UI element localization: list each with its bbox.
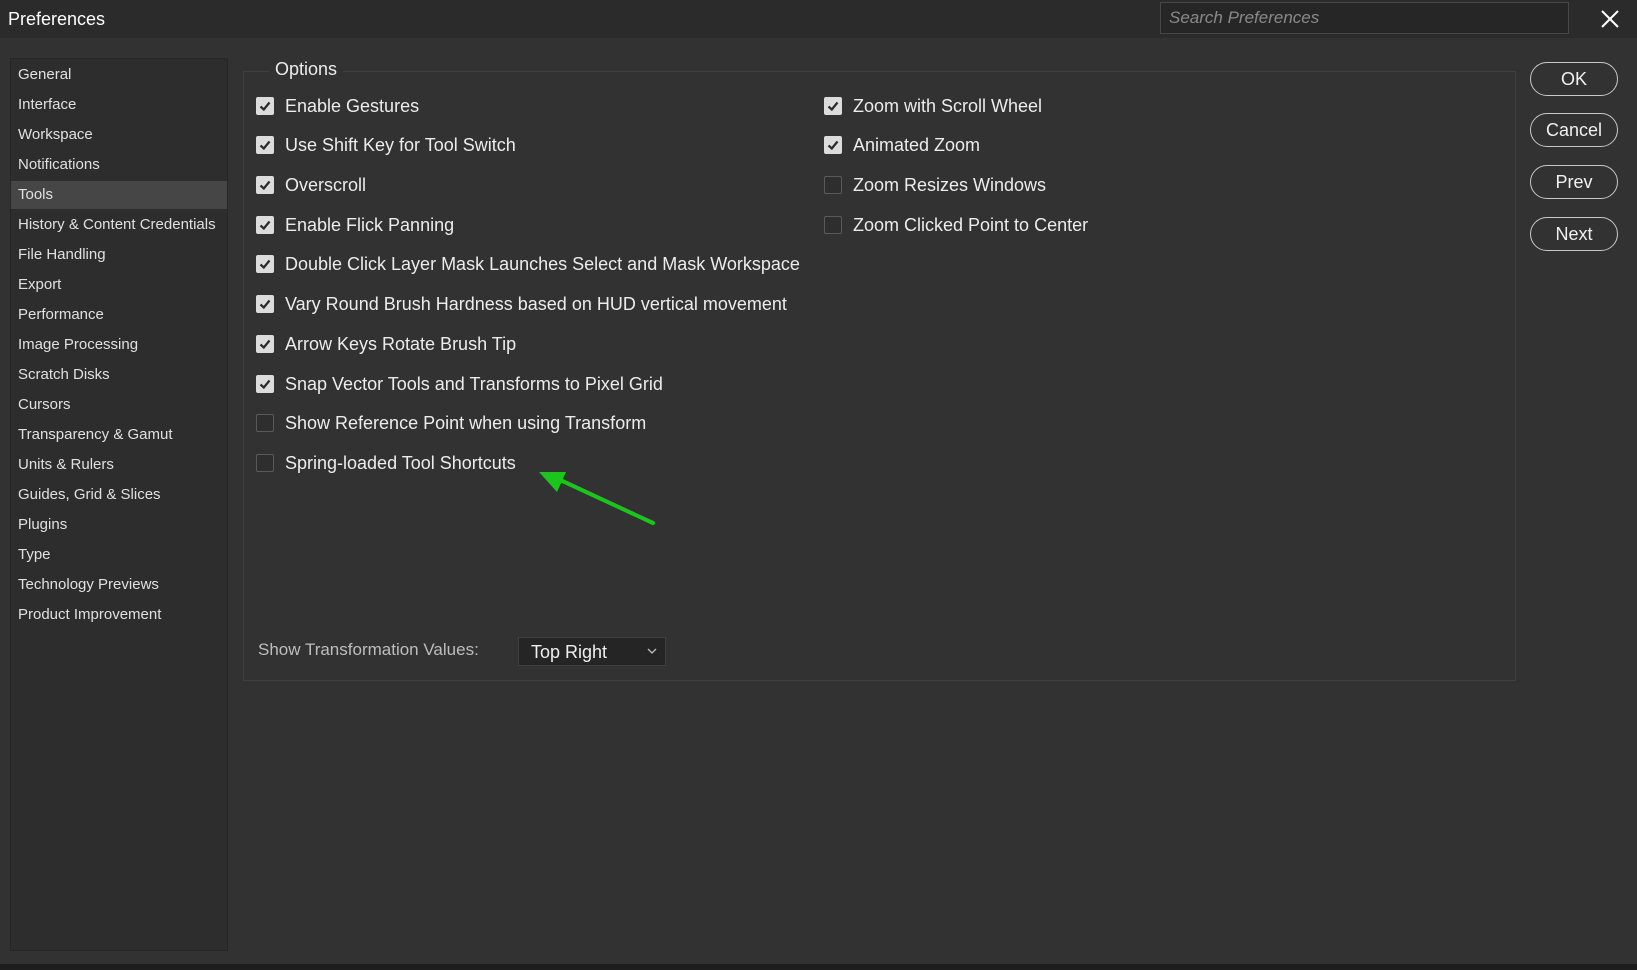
sidebar-item-notifications[interactable]: Notifications <box>11 151 227 179</box>
option-label: Show Reference Point when using Transfor… <box>285 412 647 433</box>
checkbox-unchecked[interactable] <box>824 216 842 234</box>
checkbox-checked[interactable] <box>824 97 842 115</box>
checkbox-checked[interactable] <box>256 97 274 115</box>
checkbox-checked[interactable] <box>256 295 274 313</box>
select-value: Top Right <box>531 642 608 662</box>
check-icon <box>259 140 271 151</box>
option-use-shift-key[interactable]: Use Shift Key for Tool Switch <box>256 132 516 158</box>
sidebar-item-export[interactable]: Export <box>11 271 227 299</box>
option-arrow-keys-rotate[interactable]: Arrow Keys Rotate Brush Tip <box>256 331 516 357</box>
title-bar: Preferences <box>0 0 1637 38</box>
option-label: Vary Round Brush Hardness based on HUD v… <box>285 293 787 314</box>
option-label: Arrow Keys Rotate Brush Tip <box>285 333 517 354</box>
close-button[interactable] <box>1595 4 1625 34</box>
option-label: Enable Flick Panning <box>285 214 455 235</box>
option-label: Animated Zoom <box>853 134 981 155</box>
chevron-down-icon <box>647 648 657 654</box>
next-button[interactable]: Next <box>1530 217 1618 251</box>
check-icon <box>827 140 839 151</box>
check-icon <box>259 299 271 310</box>
option-zoom-scroll-wheel[interactable]: Zoom with Scroll Wheel <box>824 93 1042 119</box>
option-animated-zoom[interactable]: Animated Zoom <box>824 132 980 158</box>
checkbox-checked[interactable] <box>256 255 274 273</box>
checkbox-unchecked[interactable] <box>256 414 274 432</box>
checkbox-checked[interactable] <box>256 216 274 234</box>
sidebar-item-guides-grid-slices[interactable]: Guides, Grid & Slices <box>11 481 227 509</box>
option-label: Double Click Layer Mask Launches Select … <box>285 253 800 274</box>
sidebar-item-image-processing[interactable]: Image Processing <box>11 331 227 359</box>
checkbox-unchecked[interactable] <box>824 176 842 194</box>
option-zoom-resizes-windows[interactable]: Zoom Resizes Windows <box>824 172 1046 198</box>
sidebar-item-plugins[interactable]: Plugins <box>11 511 227 539</box>
checkbox-checked[interactable] <box>256 375 274 393</box>
option-double-click-layer-mask[interactable]: Double Click Layer Mask Launches Select … <box>256 251 800 277</box>
option-snap-vector-tools[interactable]: Snap Vector Tools and Transforms to Pixe… <box>256 371 663 397</box>
sidebar-item-file-handling[interactable]: File Handling <box>11 241 227 269</box>
option-enable-flick-panning[interactable]: Enable Flick Panning <box>256 212 454 238</box>
sidebar-item-tools[interactable]: Tools <box>11 181 227 209</box>
option-label: Zoom with Scroll Wheel <box>853 95 1043 116</box>
check-icon <box>259 259 271 270</box>
option-overscroll[interactable]: Overscroll <box>256 172 366 198</box>
search-input[interactable] <box>1160 2 1569 34</box>
check-icon <box>259 180 271 191</box>
close-icon <box>1601 10 1619 28</box>
option-enable-gestures[interactable]: Enable Gestures <box>256 93 419 119</box>
check-icon <box>259 101 271 112</box>
transformation-values-label: Show Transformation Values: <box>258 640 479 659</box>
sidebar-item-transparency-gamut[interactable]: Transparency & Gamut <box>11 421 227 449</box>
sidebar-item-technology-previews[interactable]: Technology Previews <box>11 571 227 599</box>
option-label: Spring-loaded Tool Shortcuts <box>285 452 516 473</box>
option-label: Overscroll <box>285 174 367 195</box>
sidebar-item-cursors[interactable]: Cursors <box>11 391 227 419</box>
sidebar-item-product-improvement[interactable]: Product Improvement <box>11 601 227 629</box>
check-icon <box>827 101 839 112</box>
preferences-dialog: Preferences General Interface Workspace … <box>0 0 1637 964</box>
prev-button[interactable]: Prev <box>1530 165 1618 199</box>
sidebar-item-general[interactable]: General <box>11 61 227 89</box>
transformation-values-select[interactable]: Top Right <box>518 637 666 666</box>
sidebar-item-history-content-credentials[interactable]: History & Content Credentials <box>11 211 227 239</box>
sidebar-item-interface[interactable]: Interface <box>11 91 227 119</box>
option-label: Zoom Resizes Windows <box>853 174 1047 195</box>
option-zoom-clicked-point[interactable]: Zoom Clicked Point to Center <box>824 212 1088 238</box>
ok-button[interactable]: OK <box>1530 62 1618 96</box>
sidebar-item-workspace[interactable]: Workspace <box>11 121 227 149</box>
check-icon <box>259 220 271 231</box>
option-spring-loaded-shortcuts[interactable]: Spring-loaded Tool Shortcuts <box>256 450 516 476</box>
sidebar-item-type[interactable]: Type <box>11 541 227 569</box>
sidebar-item-performance[interactable]: Performance <box>11 301 227 329</box>
sidebar: General Interface Workspace Notification… <box>10 58 228 951</box>
option-label: Enable Gestures <box>285 95 420 116</box>
options-legend: Options <box>269 59 344 80</box>
checkbox-checked[interactable] <box>256 335 274 353</box>
option-label: Zoom Clicked Point to Center <box>853 214 1089 235</box>
option-vary-round-brush[interactable]: Vary Round Brush Hardness based on HUD v… <box>256 291 787 317</box>
checkbox-checked[interactable] <box>256 176 274 194</box>
option-show-reference-point[interactable]: Show Reference Point when using Transfor… <box>256 410 646 436</box>
checkbox-unchecked[interactable] <box>256 454 274 472</box>
option-label: Snap Vector Tools and Transforms to Pixe… <box>285 373 663 394</box>
checkbox-checked[interactable] <box>256 136 274 154</box>
sidebar-item-scratch-disks[interactable]: Scratch Disks <box>11 361 227 389</box>
cancel-button[interactable]: Cancel <box>1530 113 1618 147</box>
sidebar-item-units-rulers[interactable]: Units & Rulers <box>11 451 227 479</box>
window-title: Preferences <box>8 9 106 29</box>
check-icon <box>259 339 271 350</box>
checkbox-checked[interactable] <box>824 136 842 154</box>
option-label: Use Shift Key for Tool Switch <box>285 134 516 155</box>
check-icon <box>259 379 271 390</box>
